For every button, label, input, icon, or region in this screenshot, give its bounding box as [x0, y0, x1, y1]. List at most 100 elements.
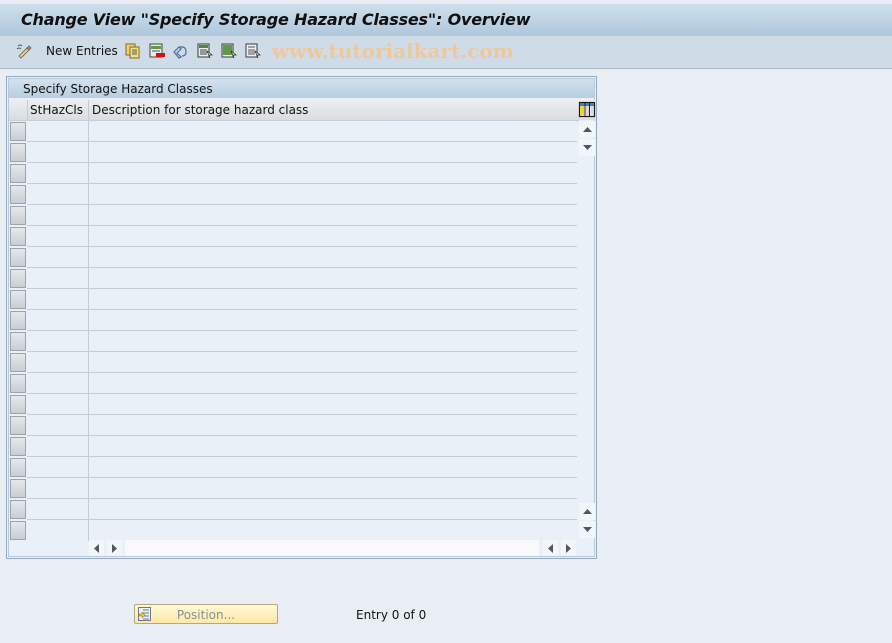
scroll-up-button[interactable]	[579, 139, 595, 156]
horizontal-scroll-track[interactable]	[125, 540, 539, 556]
cell-description[interactable]	[89, 121, 577, 142]
cell-sthazcls[interactable]	[27, 268, 89, 289]
select-all-rows-button[interactable]	[9, 100, 28, 120]
copy-as-button[interactable]	[125, 42, 141, 60]
new-entries-label: New Entries	[46, 44, 118, 58]
scroll-bottom-button[interactable]	[579, 521, 595, 538]
cell-sthazcls[interactable]	[27, 310, 89, 331]
cell-sthazcls[interactable]	[27, 142, 89, 163]
cell-description[interactable]	[89, 184, 577, 205]
cell-description[interactable]	[89, 394, 577, 415]
horizontal-scrollbar[interactable]	[89, 540, 577, 557]
row-selector-button[interactable]	[10, 164, 26, 183]
table-row	[9, 247, 577, 268]
cell-sthazcls[interactable]	[27, 184, 89, 205]
cell-description[interactable]	[89, 415, 577, 436]
cell-sthazcls[interactable]	[27, 247, 89, 268]
triangle-left-icon	[547, 543, 553, 553]
cell-description[interactable]	[89, 226, 577, 247]
cell-description[interactable]	[89, 142, 577, 163]
cell-description[interactable]	[89, 289, 577, 310]
watermark-text: www.tutorialkart.com	[272, 39, 514, 63]
edit-pencil-icon	[16, 44, 32, 59]
row-selector-button[interactable]	[10, 353, 26, 372]
triangle-right-icon	[565, 543, 571, 553]
row-selector-button[interactable]	[10, 458, 26, 477]
cell-sthazcls[interactable]	[27, 331, 89, 352]
cell-sthazcls[interactable]	[27, 373, 89, 394]
position-button-label: Position...	[176, 608, 236, 622]
row-selector-button[interactable]	[10, 185, 26, 204]
cell-sthazcls[interactable]	[27, 121, 89, 142]
cell-sthazcls[interactable]	[27, 394, 89, 415]
scroll-top-button[interactable]	[579, 121, 595, 138]
cell-sthazcls[interactable]	[27, 163, 89, 184]
triangle-right-icon	[111, 543, 117, 553]
cell-sthazcls[interactable]	[27, 520, 89, 541]
row-selector-button[interactable]	[10, 437, 26, 456]
row-selector-button[interactable]	[10, 206, 26, 225]
cell-description[interactable]	[89, 205, 577, 226]
row-selector-button[interactable]	[10, 416, 26, 435]
select-block-button[interactable]	[221, 42, 237, 60]
cell-description[interactable]	[89, 457, 577, 478]
cell-description[interactable]	[89, 247, 577, 268]
cell-description[interactable]	[89, 520, 577, 541]
scroll-down-button[interactable]	[579, 503, 595, 520]
row-selector-button[interactable]	[10, 143, 26, 162]
cell-sthazcls[interactable]	[27, 436, 89, 457]
cell-sthazcls[interactable]	[27, 457, 89, 478]
cell-description[interactable]	[89, 478, 577, 499]
row-selector-button[interactable]	[10, 521, 26, 540]
scroll-left-button[interactable]	[89, 540, 104, 556]
cell-description[interactable]	[89, 163, 577, 184]
table-row	[9, 352, 577, 373]
cell-sthazcls[interactable]	[27, 499, 89, 520]
row-selector-button[interactable]	[10, 395, 26, 414]
table-row	[9, 436, 577, 457]
scroll-right-button[interactable]	[107, 540, 122, 556]
row-selector-button[interactable]	[10, 479, 26, 498]
row-selector-button[interactable]	[10, 248, 26, 267]
table-row	[9, 205, 577, 226]
scroll-right-end-button[interactable]	[561, 540, 576, 556]
row-selector-button[interactable]	[10, 374, 26, 393]
row-selector-button[interactable]	[10, 332, 26, 351]
row-selector-button[interactable]	[10, 122, 26, 141]
cell-description[interactable]	[89, 331, 577, 352]
cell-sthazcls[interactable]	[27, 289, 89, 310]
column-header-sthazcls[interactable]: StHazCls	[27, 100, 89, 120]
deselect-all-button[interactable]	[245, 42, 261, 60]
cell-sthazcls[interactable]	[27, 415, 89, 436]
row-selector-button[interactable]	[10, 269, 26, 288]
row-selector-button[interactable]	[10, 290, 26, 309]
column-header-description[interactable]: Description for storage hazard class	[89, 100, 579, 120]
cell-description[interactable]	[89, 352, 577, 373]
cell-sthazcls[interactable]	[27, 205, 89, 226]
row-selector-button[interactable]	[10, 227, 26, 246]
cell-sthazcls[interactable]	[27, 352, 89, 373]
row-selector-button[interactable]	[10, 311, 26, 330]
scroll-left-end-button[interactable]	[543, 540, 558, 556]
column-header-row: StHazCls Description for storage hazard …	[9, 100, 579, 121]
cell-description[interactable]	[89, 436, 577, 457]
vertical-scrollbar[interactable]	[578, 121, 596, 541]
table-row	[9, 373, 577, 394]
delete-button[interactable]	[149, 42, 165, 60]
table-settings-button[interactable]	[578, 100, 596, 120]
select-all-button[interactable]	[197, 42, 213, 60]
cell-sthazcls[interactable]	[27, 226, 89, 247]
row-selector-button[interactable]	[10, 500, 26, 519]
edit-toggle-button[interactable]	[16, 42, 32, 60]
table-row	[9, 415, 577, 436]
cell-description[interactable]	[89, 499, 577, 520]
undo-change-button[interactable]	[172, 42, 188, 60]
cell-description[interactable]	[89, 310, 577, 331]
cell-sthazcls[interactable]	[27, 478, 89, 499]
table-row	[9, 478, 577, 499]
cell-description[interactable]	[89, 373, 577, 394]
position-button[interactable]: Position...	[134, 604, 278, 624]
table-body	[9, 121, 577, 541]
cell-description[interactable]	[89, 268, 577, 289]
new-entries-button[interactable]: New Entries	[46, 42, 118, 60]
